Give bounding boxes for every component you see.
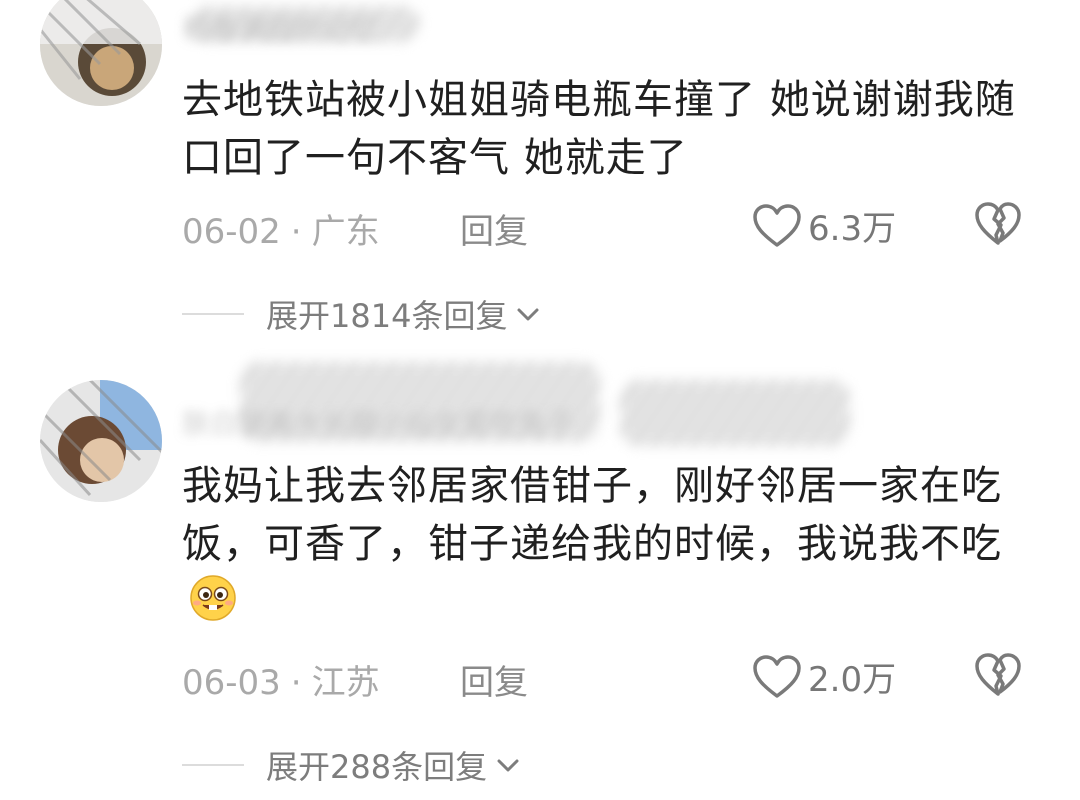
chevron-down-icon <box>517 308 539 321</box>
like-count: 6.3万 <box>808 209 897 249</box>
heart-outline-icon <box>753 203 801 247</box>
broken-heart-icon[interactable] <box>974 201 1022 247</box>
comment-meta: 06-03 · 江苏 <box>182 655 380 704</box>
reply-button[interactable]: 回复 <box>460 204 528 253</box>
expand-replies-button[interactable]: 展开1814条回复 <box>182 291 543 337</box>
avatar-image <box>40 380 162 502</box>
expand-divider <box>182 764 244 766</box>
expand-divider <box>182 313 244 315</box>
comment-text: 去地铁站被小姐姐骑电瓶车撞了 她说谢谢我随口回了一句不客气 她就走了 <box>182 71 1032 187</box>
comment-body: 去地铁站被小姐姐骑电瓶车撞了 她说谢谢我随口回了一句不客气 她就走了 <box>182 77 1016 181</box>
broken-heart-icon[interactable] <box>974 652 1022 698</box>
comment-body: 我妈让我去邻居家借钳子，刚好邻居一家在吃饭，可香了，钳子递给我的时候，我说我不吃 <box>182 463 1002 567</box>
meta-separator: · <box>290 212 302 252</box>
expand-replies-label: 展开1814条回复 <box>266 297 508 335</box>
comment-list: 稻香满园的记忆 去地铁站被小姐姐骑电瓶车撞了 她说谢谢我随口回了一句不客气 她就… <box>0 0 1080 800</box>
avatar-image <box>40 0 162 106</box>
comment-date: 06-03 <box>182 663 281 703</box>
like-button[interactable]: 6.3万 <box>752 201 896 250</box>
comment-text: 我妈让我去邻居家借钳子，刚好邻居一家在吃饭，可香了，钳子递给我的时候，我说我不吃 <box>182 457 1032 631</box>
expand-replies-button[interactable]: 展开288条回复 <box>182 742 523 788</box>
chevron-down-icon <box>497 759 519 772</box>
username[interactable]: 稻香满园的记忆 <box>182 8 378 48</box>
username-blur <box>620 380 850 446</box>
comment-location: 江苏 <box>311 663 380 703</box>
expand-replies-label: 展开288条回复 <box>266 748 488 786</box>
comment-meta: 06-02 · 广东 <box>182 204 380 253</box>
username[interactable]: 肤白貌美大长腿小仙女爱吃兔子 <box>182 402 574 442</box>
comment-date: 06-02 <box>182 212 281 252</box>
like-button[interactable]: 2.0万 <box>752 652 896 701</box>
avatar[interactable] <box>40 380 162 502</box>
like-count: 2.0万 <box>808 660 897 700</box>
heart-outline-icon <box>753 654 801 698</box>
avatar[interactable] <box>40 0 162 106</box>
reply-button[interactable]: 回复 <box>460 655 528 704</box>
drooling-face-icon <box>190 575 236 621</box>
meta-separator: · <box>290 663 302 703</box>
comment-location: 广东 <box>311 212 380 252</box>
